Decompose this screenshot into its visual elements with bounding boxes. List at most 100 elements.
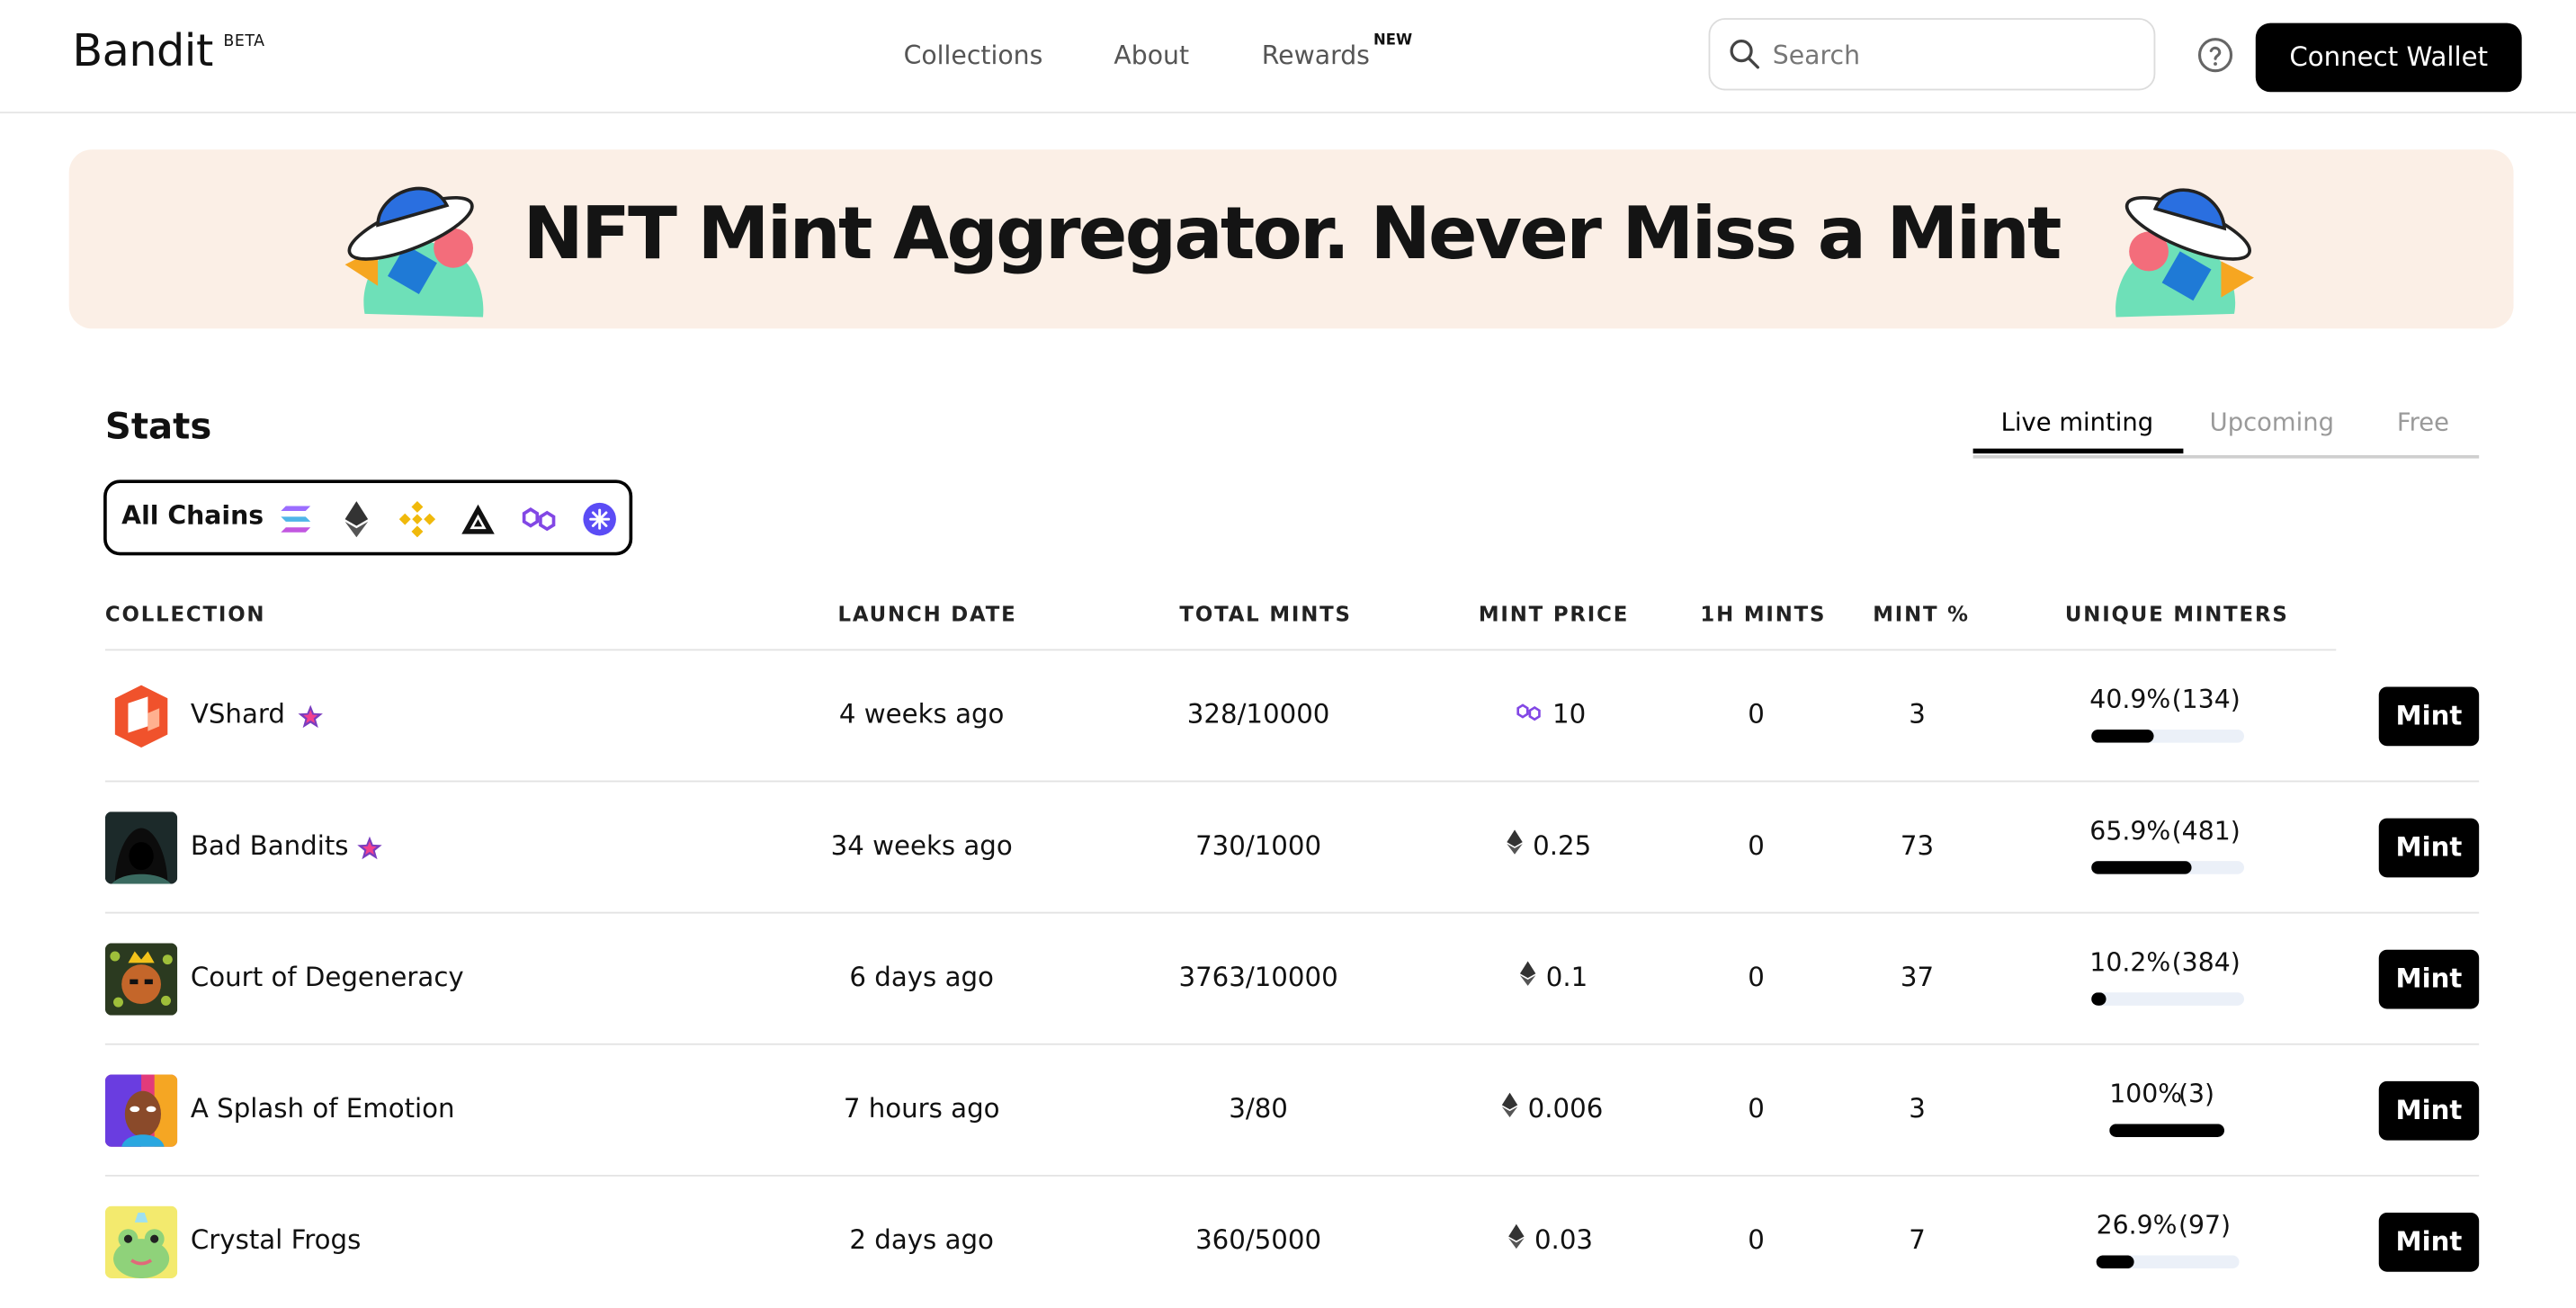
search-box[interactable]	[1708, 18, 2156, 91]
collection-avatar	[104, 943, 178, 1016]
col-launch-date[interactable]: LAUNCH DATE	[838, 601, 1017, 625]
total-mints: 3/80	[1229, 1092, 1288, 1124]
featured-star-icon	[356, 835, 382, 868]
unique-minters-count: (384)	[2171, 947, 2241, 978]
tab-free[interactable]: Free	[2397, 408, 2449, 437]
col-1h-mints[interactable]: 1H MINTS	[1700, 601, 1826, 625]
collection-avatar	[104, 680, 178, 753]
table-row[interactable]: Crystal Frogs 2 days ago 360/5000 0.03 0…	[104, 1177, 2480, 1308]
collection-name[interactable]: Court of Degeneracy	[191, 962, 464, 993]
promo-banner[interactable]: NFT Mint Aggregator. Never Miss a Mint	[68, 149, 2514, 329]
launch-date: 4 weeks ago	[838, 698, 1005, 730]
arbitrum-icon[interactable]	[460, 501, 496, 537]
collection-avatar	[104, 1074, 178, 1147]
collection-avatar	[104, 1205, 178, 1279]
mint-button[interactable]: Mint	[2378, 818, 2480, 878]
mint-price: 0.006	[1501, 1092, 1604, 1124]
mint-price: 10	[1515, 698, 1586, 730]
mint-percent: 3	[1909, 698, 1926, 730]
progress-fill	[2096, 1255, 2135, 1269]
collection-name[interactable]: Crystal Frogs	[191, 1224, 361, 1256]
top-nav-bar: Bandit BETA Collections About Rewards NE…	[0, 0, 2576, 114]
page: Bandit BETA Collections About Rewards NE…	[0, 0, 2576, 1306]
progress-fill	[2091, 992, 2107, 1006]
launch-date: 7 hours ago	[843, 1092, 1000, 1124]
total-mints: 730/1000	[1195, 829, 1322, 862]
beta-badge: BETA	[223, 32, 265, 51]
solana-icon[interactable]	[278, 501, 314, 537]
nav-collections[interactable]: Collections	[904, 41, 1043, 71]
col-collection[interactable]: COLLECTION	[105, 601, 265, 625]
mint-percent: 73	[1900, 829, 1935, 862]
table-row[interactable]: A Splash of Emotion 7 hours ago 3/80 0.0…	[104, 1045, 2480, 1177]
mint-percent: 37	[1900, 961, 1935, 993]
bnb-icon[interactable]	[398, 501, 436, 538]
mint-button[interactable]: Mint	[2378, 686, 2480, 747]
table-row[interactable]: Court of Degeneracy 6 days ago 3763/1000…	[104, 914, 2480, 1045]
launch-date: 2 days ago	[849, 1223, 994, 1256]
unique-minters-progress	[2091, 992, 2244, 1006]
logo[interactable]: Bandit	[72, 26, 213, 77]
unique-minters-percent: 10.2%	[2089, 947, 2171, 978]
mint-price-value: 0.1	[1545, 961, 1588, 993]
all-chains-filter[interactable]: All Chains	[121, 501, 264, 531]
table-row[interactable]: VShard 4 weeks ago 328/10000 10 0 3 40.9…	[104, 650, 2480, 783]
unique-minters-percent: 40.9%	[2089, 685, 2171, 715]
unique-minters-count: (134)	[2171, 685, 2241, 715]
new-badge: NEW	[1373, 32, 1413, 49]
nav-about[interactable]: About	[1114, 41, 1189, 71]
collection-name[interactable]: VShard	[191, 698, 285, 730]
col-mint-price[interactable]: MINT PRICE	[1479, 601, 1629, 625]
col-mint-percent[interactable]: MINT %	[1873, 601, 1970, 625]
total-mints: 3763/10000	[1178, 961, 1338, 993]
tab-upcoming[interactable]: Upcoming	[2210, 408, 2334, 437]
total-mints: 360/5000	[1195, 1223, 1322, 1256]
unique-minters-progress	[2109, 1124, 2225, 1137]
col-total-mints[interactable]: TOTAL MINTS	[1179, 601, 1351, 625]
one-hour-mints: 0	[1748, 829, 1765, 862]
mint-price-value: 0.006	[1527, 1092, 1604, 1124]
total-mints: 328/10000	[1186, 698, 1330, 730]
ethereum-icon[interactable]	[338, 501, 374, 538]
progress-fill	[2109, 1124, 2225, 1137]
mint-price-value: 10	[1552, 698, 1587, 730]
tab-bar: Live minting Upcoming Free	[1972, 401, 2480, 459]
progress-fill	[2091, 861, 2193, 874]
connect-wallet-button[interactable]: Connect Wallet	[2255, 22, 2522, 93]
ethereum-icon	[1501, 1092, 1518, 1124]
ethereum-icon	[1519, 961, 1536, 993]
polygon-icon	[1515, 698, 1543, 730]
question-circle-icon[interactable]	[2196, 36, 2234, 80]
unique-minters-count: (3)	[2178, 1080, 2215, 1109]
unique-minters-percent: 26.9%	[2096, 1211, 2178, 1241]
collection-name[interactable]: A Splash of Emotion	[191, 1093, 455, 1124]
stats-title: Stats	[104, 407, 212, 449]
launch-date: 6 days ago	[849, 961, 994, 993]
featured-star-icon	[298, 703, 324, 737]
unique-minters-count: (481)	[2171, 816, 2241, 847]
col-unique-minters[interactable]: UNIQUE MINTERS	[2065, 601, 2289, 625]
polygon-icon[interactable]	[521, 501, 557, 537]
mint-button[interactable]: Mint	[2378, 1080, 2480, 1141]
unique-minters-progress	[2091, 861, 2244, 874]
collection-name[interactable]: Bad Bandits	[191, 829, 349, 861]
table-row[interactable]: Bad Bandits 34 weeks ago 730/1000 0.25 0…	[104, 782, 2480, 914]
launch-date: 34 weeks ago	[830, 829, 1013, 862]
one-hour-mints: 0	[1748, 961, 1765, 993]
unique-minters-progress	[2096, 1255, 2240, 1269]
chain-filter: All Chains	[103, 479, 633, 556]
mint-button[interactable]: Mint	[2378, 1212, 2480, 1272]
ufo-illustration	[2089, 163, 2270, 328]
unique-minters-count: (97)	[2178, 1211, 2232, 1241]
mint-percent: 3	[1909, 1092, 1926, 1124]
mint-percent: 7	[1909, 1223, 1926, 1256]
progress-fill	[2091, 729, 2154, 743]
mint-price: 0.1	[1519, 961, 1588, 993]
tab-live-minting[interactable]: Live minting	[2001, 408, 2153, 437]
one-hour-mints: 0	[1748, 1223, 1765, 1256]
nav-rewards[interactable]: Rewards	[1262, 41, 1370, 71]
starknet-icon[interactable]	[582, 501, 618, 537]
search-input[interactable]	[1769, 36, 2138, 76]
mint-button[interactable]: Mint	[2378, 949, 2480, 1009]
one-hour-mints: 0	[1748, 1092, 1765, 1124]
